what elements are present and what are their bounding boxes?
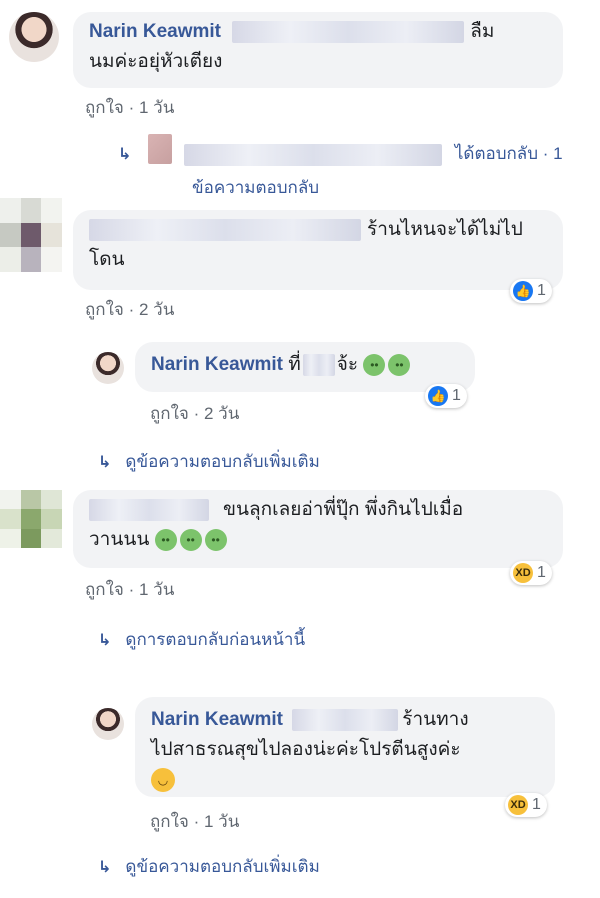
- reaction-count: 1: [537, 282, 546, 299]
- reply-summary-text: ได้ตอบกลับ · 1: [454, 144, 563, 163]
- more-replies-link[interactable]: ↳ ดูข้อความตอบกลับเพิ่มเติม: [98, 448, 320, 475]
- timestamp[interactable]: 1 วัน: [139, 580, 174, 599]
- avatar[interactable]: [0, 490, 62, 548]
- reaction-badge[interactable]: 👍 1: [425, 384, 467, 408]
- timestamp[interactable]: 2 วัน: [204, 404, 239, 423]
- blurred-text: [302, 353, 335, 376]
- more-replies-label: ดูข้อความตอบกลับเพิ่มเติม: [125, 857, 320, 876]
- reply-text: ร้านทาง: [402, 709, 469, 730]
- reply-arrow-icon: ↳: [98, 454, 112, 471]
- blurred-text: [89, 498, 209, 521]
- blurred-text: [184, 143, 443, 166]
- previous-replies-label: ดูการตอบกลับก่อนหน้านี้: [125, 630, 306, 649]
- like-link[interactable]: ถูกใจ: [85, 580, 124, 599]
- nauseated-face-icon: ••: [179, 528, 202, 551]
- haha-icon: XD: [508, 795, 528, 815]
- more-replies-label: ดูข้อความตอบกลับเพิ่มเติม: [125, 452, 320, 471]
- previous-replies-link[interactable]: ↳ ดูการตอบกลับก่อนหน้านี้: [98, 626, 305, 653]
- nauseated-face-icon: ••: [388, 353, 411, 376]
- reply-text: ไปสาธรณสุขไปลองน่ะค่ะโปรตีนสูงค่ะ: [151, 739, 461, 760]
- like-link[interactable]: ถูกใจ: [85, 300, 124, 319]
- reaction-count: 1: [532, 796, 541, 813]
- reply-text: ที่: [288, 354, 301, 375]
- comment-bubble: Narin Keawmit ลืม นมค่ะอยุ่หัวเตียง: [73, 12, 563, 88]
- comment-text: ขนลุกเลยอ่าพี่ปุ๊ก พึ่งกินไปเมื่อ: [223, 499, 464, 520]
- reply-summary[interactable]: ↳ ได้ตอบกลับ · 1: [118, 134, 563, 167]
- haha-icon: XD: [513, 563, 533, 583]
- avatar[interactable]: [92, 352, 124, 384]
- reaction-badge[interactable]: XD 1: [510, 561, 552, 585]
- comment-actions: ถูกใจ · 2 วัน: [85, 300, 175, 319]
- more-replies-link[interactable]: ↳ ดูข้อความตอบกลับเพิ่มเติม: [98, 853, 320, 880]
- reply-arrow-icon: ↳: [118, 146, 132, 163]
- like-icon: 👍: [428, 386, 448, 406]
- reply-actions: ถูกใจ · 1 วัน: [150, 812, 240, 831]
- reply-author[interactable]: Narin Keawmit: [151, 354, 283, 375]
- timestamp[interactable]: 1 วัน: [204, 812, 239, 831]
- reaction-count: 1: [537, 564, 546, 581]
- avatar[interactable]: [0, 198, 62, 272]
- like-icon: 👍: [513, 281, 533, 301]
- comment-text: โดน: [89, 249, 125, 270]
- reply-text: จ้ะ: [336, 354, 359, 375]
- nauseated-face-icon: ••: [154, 528, 177, 551]
- reaction-badge[interactable]: XD 1: [505, 793, 547, 817]
- comment-text: ลืม: [470, 21, 495, 42]
- avatar[interactable]: [92, 708, 124, 740]
- comment-text: นมค่ะอยุ่หัวเตียง: [89, 51, 223, 72]
- like-link[interactable]: ถูกใจ: [150, 812, 189, 831]
- blurred-text: [232, 20, 465, 43]
- comment-author[interactable]: Narin Keawmit: [89, 21, 221, 42]
- reply-actions: ถูกใจ · 2 วัน: [150, 404, 240, 423]
- comment-actions: ถูกใจ · 1 วัน: [85, 98, 175, 117]
- drooling-face-icon: ◡: [151, 767, 175, 792]
- comment-text: ร้านไหนจะได้ไม่ไป: [367, 219, 523, 240]
- avatar[interactable]: [9, 12, 59, 62]
- reaction-badge[interactable]: 👍 1: [510, 279, 552, 303]
- timestamp[interactable]: 1 วัน: [139, 98, 174, 117]
- nauseated-face-icon: ••: [363, 353, 386, 376]
- reaction-count: 1: [452, 387, 461, 404]
- reply-author[interactable]: Narin Keawmit: [151, 709, 283, 730]
- comment-actions: ถูกใจ · 1 วัน: [85, 580, 175, 599]
- comment-bubble: ขนลุกเลยอ่าพี่ปุ๊ก พึ่งกินไปเมื่อ วานนน …: [73, 490, 563, 568]
- like-link[interactable]: ถูกใจ: [85, 98, 124, 117]
- reply-arrow-icon: ↳: [98, 632, 112, 649]
- comment-text: วานนน: [89, 529, 150, 550]
- reply-summary-line2[interactable]: ข้อความตอบกลับ: [192, 174, 319, 201]
- reply-bubble: Narin Keawmit ร้านทาง ไปสาธรณสุขไปลองน่ะ…: [135, 697, 555, 797]
- timestamp[interactable]: 2 วัน: [139, 300, 174, 319]
- comment-bubble: ร้านไหนจะได้ไม่ไป โดน: [73, 210, 563, 290]
- like-link[interactable]: ถูกใจ: [150, 404, 189, 423]
- nauseated-face-icon: ••: [204, 528, 227, 551]
- avatar: [148, 134, 172, 164]
- reply-arrow-icon: ↳: [98, 859, 112, 876]
- blurred-text: [89, 218, 361, 241]
- blurred-text: [292, 708, 399, 731]
- reply-bubble: Narin Keawmit ที่ จ้ะ •• ••: [135, 342, 475, 392]
